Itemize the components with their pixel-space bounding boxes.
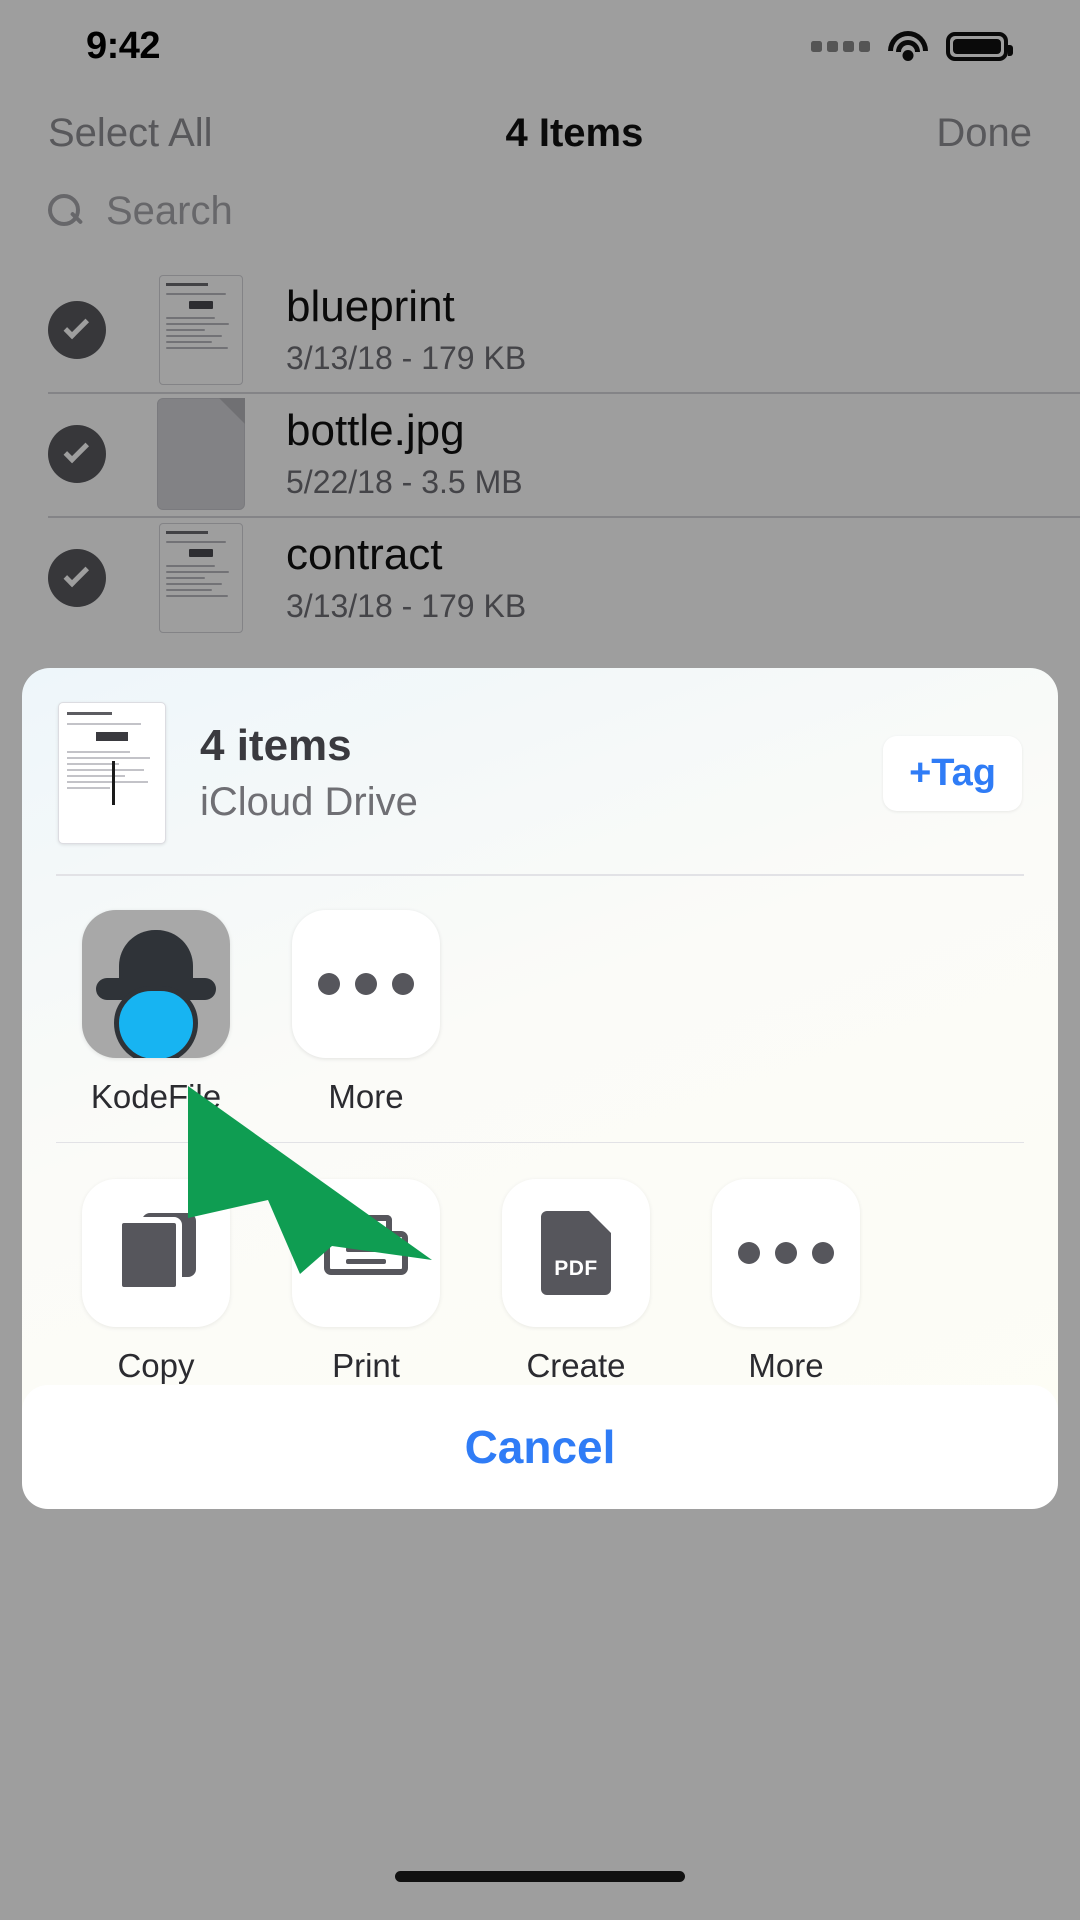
share-sheet: 4 items iCloud Drive +Tag KodeFile More [22,668,1058,1453]
share-target-label: KodeFile [90,1077,222,1115]
add-tag-button[interactable]: +Tag [883,735,1022,811]
share-sheet-header: 4 items iCloud Drive +Tag [22,668,1058,874]
home-indicator [395,1871,685,1882]
action-label: Copy [117,1347,195,1384]
pdf-icon[interactable]: PDF [502,1179,650,1327]
action-label: Print [332,1347,400,1384]
share-target-more[interactable]: More [292,909,440,1116]
share-sheet-subtitle: iCloud Drive [200,779,418,824]
cancel-button[interactable]: Cancel [22,1385,1058,1509]
phone-screen: 9:42 Select All 4 Items Done Search blue… [0,0,1080,1920]
kodefile-app-icon[interactable] [82,909,230,1058]
ellipsis-icon[interactable] [712,1179,860,1327]
share-sheet-title: 4 items [200,721,352,771]
share-sheet-info: 4 items iCloud Drive [200,721,883,825]
share-app-row: KodeFile More [22,876,1058,1142]
pdf-badge-label: PDF [554,1257,598,1280]
action-label: More [748,1347,824,1384]
ellipsis-icon[interactable] [292,909,440,1058]
printer-icon[interactable] [292,1179,440,1327]
share-target-kodefile[interactable]: KodeFile [82,909,230,1116]
share-preview-thumbnail [58,702,166,844]
share-target-label: More [328,1077,404,1115]
copy-icon[interactable] [82,1179,230,1327]
